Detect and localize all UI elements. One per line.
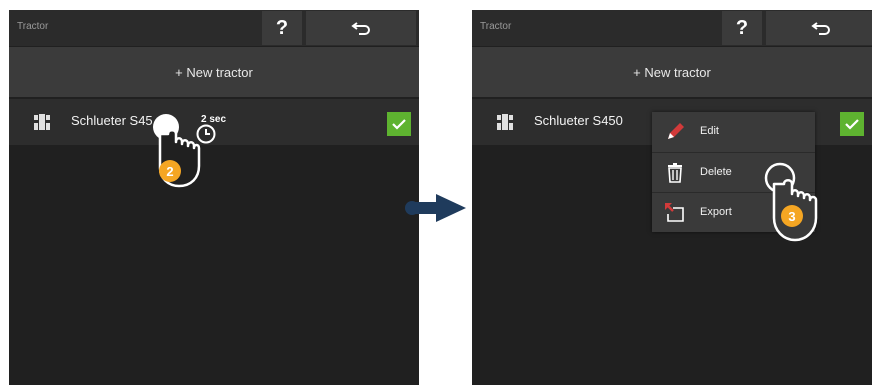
step-badge: 3 [781, 205, 803, 227]
back-arrow-icon [351, 22, 370, 35]
back-arrow-icon [811, 22, 830, 35]
active-check[interactable] [387, 112, 411, 136]
menu-item-label: Delete [700, 166, 732, 178]
new-tractor-button[interactable]: + New tractor [9, 47, 419, 97]
menu-item-label: Edit [700, 125, 719, 137]
tractor-name: Schlueter S450 [534, 113, 623, 128]
trash-icon [668, 163, 682, 183]
screen-title: Tractor [17, 21, 49, 32]
checkmark-icon [392, 119, 406, 130]
top-bar: Tractor ? [9, 10, 419, 46]
help-button[interactable]: ? [262, 11, 302, 45]
pencil-icon [668, 123, 684, 139]
back-button[interactable] [306, 11, 416, 45]
new-tractor-button[interactable]: + New tractor [472, 47, 872, 97]
top-bar: Tractor ? [472, 10, 872, 46]
help-button[interactable]: ? [722, 11, 762, 45]
tap-hand-icon [764, 162, 818, 242]
active-check[interactable] [840, 112, 864, 136]
back-button[interactable] [766, 11, 872, 45]
menu-item-edit[interactable]: Edit [652, 112, 815, 151]
left-screen: Tractor ? + New tractor Schlueter S45 2 … [9, 10, 419, 385]
step-badge: 2 [159, 160, 181, 182]
right-screen: Tractor ? + New tractor Schlueter S450 E… [472, 10, 872, 385]
export-icon [665, 203, 684, 222]
screen-title: Tractor [480, 21, 512, 32]
menu-item-label: Export [700, 206, 732, 218]
transition-arrow-icon [405, 194, 466, 222]
checkmark-icon [845, 119, 859, 130]
tractor-icon [34, 114, 50, 130]
tractor-icon [497, 114, 513, 130]
